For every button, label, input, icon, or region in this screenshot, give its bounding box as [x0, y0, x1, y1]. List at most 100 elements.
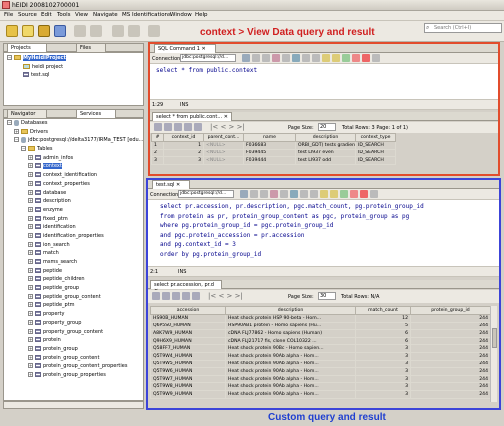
menu-window[interactable]: Window	[170, 12, 192, 18]
run-sql-icon[interactable]	[242, 54, 250, 62]
search-code-icon[interactable]	[280, 190, 288, 198]
commit-icon[interactable]	[172, 292, 180, 300]
table-row[interactable]: Q5T9W8_HUMAN Heat shock protein 90Ab alph…	[150, 382, 491, 391]
sql1-page-size-input[interactable]: 20	[318, 123, 336, 131]
history-icon[interactable]	[250, 190, 258, 198]
table-row[interactable]: Q9H6X9_HUMAN cDNA FLJ21717 fis, clone COL…	[150, 336, 491, 346]
macro-icon[interactable]	[370, 190, 378, 198]
save-all-icon[interactable]	[54, 25, 66, 37]
new-project-icon[interactable]	[6, 25, 18, 37]
redo-icon[interactable]	[90, 25, 102, 37]
tab-sql-command-1[interactable]: SQL Command 1 ✕	[154, 44, 216, 53]
tree-table-item[interactable]: + context_properties	[7, 180, 142, 189]
tab-projects[interactable]: Projects	[7, 43, 47, 52]
sql1-editor[interactable]: select * from public.context	[150, 64, 498, 100]
tree-table-item[interactable]: + peptide	[7, 267, 142, 276]
comment-icon[interactable]	[342, 54, 350, 62]
macro-icon[interactable]	[372, 54, 380, 62]
scroll-thumb[interactable]	[492, 328, 497, 348]
next-icon[interactable]	[310, 190, 318, 198]
table-row[interactable]: 11<NULL>F036683ORBI_GDT) tests gradients…	[151, 141, 396, 150]
bookmark-icon[interactable]	[272, 54, 280, 62]
toggle-icon[interactable]	[260, 190, 268, 198]
menu-navigate[interactable]: Navigate	[93, 12, 118, 18]
tree-table-item[interactable]: + protein_group	[7, 345, 142, 354]
tab-sql2-result[interactable]: select pr.accession, pr.d ✕	[150, 280, 222, 294]
sql2-connection-select[interactable]: jdbc:postgresql://d...	[178, 190, 234, 198]
table-row[interactable]: Q5T9W9_HUMAN Heat shock protein 90Ab alph…	[150, 389, 491, 399]
tree-test-sql[interactable]: test.sql	[7, 71, 66, 80]
stop-icon[interactable]	[350, 190, 358, 198]
find-icon[interactable]	[290, 190, 298, 198]
comment-icon[interactable]	[340, 190, 348, 198]
sql2-page-size-input[interactable]: 30	[318, 292, 336, 300]
tree-table-item[interactable]: + property	[7, 310, 142, 319]
tree-tables[interactable]: − Tables	[7, 145, 142, 154]
pager-controls[interactable]: |< < > >|	[208, 292, 243, 300]
stop-macro-icon[interactable]	[362, 54, 370, 62]
tab-files[interactable]: Files	[76, 43, 106, 52]
tree-table-item[interactable]: + peptide_ptm	[7, 301, 142, 310]
menu-help[interactable]: Help	[195, 12, 208, 18]
table-row[interactable]: Q5T9W6_HUMAN Heat shock protein 90Ab alph…	[150, 367, 491, 376]
cancel-edit-icon[interactable]	[182, 292, 190, 300]
prev-icon[interactable]	[302, 54, 310, 62]
table-row[interactable]: Q5T9W5_HUMAN Heat shock protein 90Ab alph…	[150, 359, 491, 369]
pager-controls[interactable]: |< < > >|	[210, 123, 245, 131]
table-row[interactable]: Q5T9W7_HUMAN Heat shock protein 90Ab alph…	[150, 374, 491, 384]
tree-heidi-project[interactable]: heidi project	[7, 63, 66, 72]
tree-drivers[interactable]: + Drivers	[7, 128, 142, 137]
shift-icon[interactable]	[330, 190, 338, 198]
open-project-icon[interactable]	[38, 25, 50, 37]
tree-table-item[interactable]: + msms_search	[7, 258, 142, 267]
stop-icon[interactable]	[352, 54, 360, 62]
table-row[interactable]: 2 2 <NULL> F039445 test LI937 even ID_SEARCH	[151, 148, 396, 158]
truncate-icon[interactable]	[192, 292, 200, 300]
tree-table-item[interactable]: + protein_group_content	[7, 354, 142, 363]
truncate-icon[interactable]	[194, 123, 202, 131]
cancel-edit-icon[interactable]	[184, 123, 192, 131]
table-row[interactable]: A8K7W9_HUMAN cDNA FLJ77862 - Homo sapiens…	[150, 329, 491, 338]
table-row[interactable]: Q5T9W4_HUMAN Heat shock protein 90Ab alph…	[150, 351, 491, 361]
stop-macro-icon[interactable]	[360, 190, 368, 198]
tree-table-context[interactable]: + context	[7, 162, 142, 171]
tree-table-item[interactable]: + peptide_group_content	[7, 293, 142, 302]
undo-icon[interactable]	[74, 25, 86, 37]
table-row[interactable]: Q58FF7_HUMAN Heat shock protein 90Bc - Ho…	[150, 344, 491, 353]
format-icon[interactable]	[320, 190, 328, 198]
tab-services[interactable]: Services	[76, 109, 116, 118]
insert-record-icon[interactable]	[152, 292, 160, 300]
tree-table-item[interactable]: + fixed_ptm	[7, 215, 142, 224]
menu-source[interactable]: Source	[18, 12, 37, 18]
bookmark-icon[interactable]	[270, 190, 278, 198]
table-row[interactable]: HS90B_HUMAN Heat shock protein HSP 90-bet…	[150, 314, 491, 323]
tree-table-item[interactable]: + description	[7, 197, 142, 206]
delete-record-icon[interactable]	[164, 123, 172, 131]
find-icon[interactable]	[292, 54, 300, 62]
tree-table-item[interactable]: + peptide_children	[7, 275, 142, 284]
search-input[interactable]: ⌕ Search (Ctrl+I)	[424, 23, 502, 33]
format-icon[interactable]	[322, 54, 330, 62]
menu-view[interactable]: View	[75, 12, 88, 18]
sql1-connection-select[interactable]: jdbc:postgresql://d...	[180, 54, 236, 62]
delete-record-icon[interactable]	[162, 292, 170, 300]
search-code-icon[interactable]	[282, 54, 290, 62]
tree-databases[interactable]: − Databases	[7, 119, 142, 128]
tab-test-sql[interactable]: test.sql ✕	[152, 180, 190, 189]
tree-table-item[interactable]: + ion_search	[7, 241, 142, 250]
menu-edit[interactable]: Edit	[41, 12, 52, 18]
sql1-query[interactable]: select * from public.context	[156, 66, 257, 76]
prev-icon[interactable]	[300, 190, 308, 198]
tree-table-item[interactable]: + protein	[7, 336, 142, 345]
tree-table-item[interactable]: + property_group_content	[7, 328, 142, 337]
sql2-editor[interactable]: select pr.accession, pr.description, pgc…	[148, 200, 499, 267]
tree-table-item[interactable]: + context_identification	[7, 171, 142, 180]
next-icon[interactable]	[312, 54, 320, 62]
tree-table-item[interactable]: + database	[7, 189, 142, 198]
build-icon[interactable]	[112, 25, 124, 37]
table-row[interactable]: 3 3 <NULL> F039444 test LI937 odd ID_SEARCH	[151, 156, 396, 165]
new-file-icon[interactable]	[22, 25, 34, 37]
tree-table-item[interactable]: + protein_group_content_properties	[7, 362, 142, 371]
tab-sql1-result[interactable]: select * from public.cont... ✕	[152, 112, 232, 121]
menu-ms-identifications[interactable]: MS Identifications	[122, 12, 171, 18]
